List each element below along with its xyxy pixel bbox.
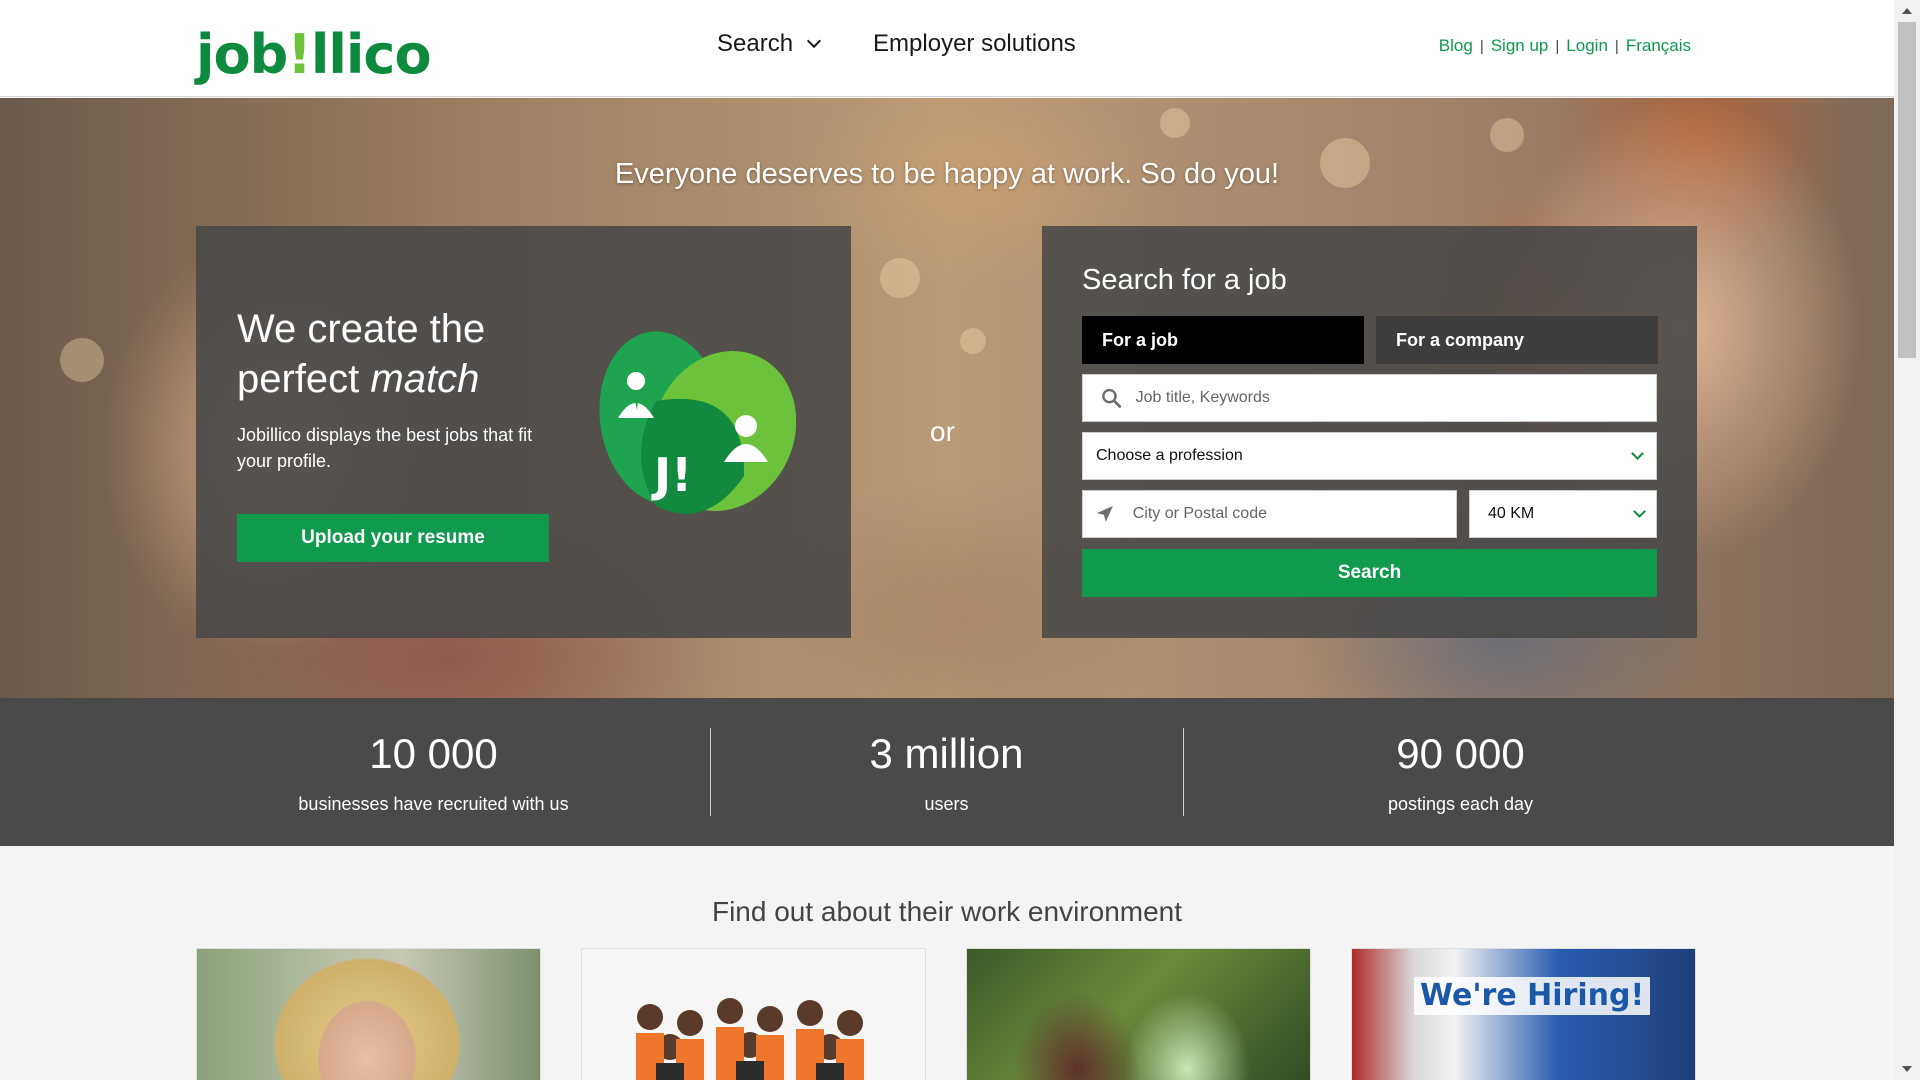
link-separator: | bbox=[1614, 37, 1619, 55]
search-card-title: Search for a job bbox=[1082, 264, 1287, 296]
or-separator: or bbox=[930, 416, 955, 447]
radius-select-value: 40 KM bbox=[1488, 505, 1535, 522]
radius-select[interactable]: 40 KM bbox=[1469, 490, 1657, 538]
employer-card[interactable] bbox=[966, 948, 1311, 1080]
employer-card[interactable] bbox=[196, 948, 541, 1080]
stats-bar: 10 000 businesses have recruited with us… bbox=[0, 698, 1894, 846]
city-input[interactable] bbox=[1132, 491, 1456, 537]
upload-resume-button[interactable]: Upload your resume bbox=[237, 514, 549, 562]
stat-value: 90 000 bbox=[1396, 730, 1525, 777]
hero-tagline: Everyone deserves to be happy at work. S… bbox=[614, 158, 1280, 190]
bokeh-light bbox=[960, 328, 986, 354]
stat-label: postings each day bbox=[1387, 794, 1534, 814]
stat-label: users bbox=[924, 794, 969, 814]
language-link[interactable]: Français bbox=[1626, 36, 1691, 56]
stat-users: 3 million users bbox=[710, 698, 1183, 815]
chevron-down-icon bbox=[1631, 447, 1644, 460]
search-icon bbox=[1102, 388, 1122, 408]
tab-for-a-job[interactable]: For a job bbox=[1082, 316, 1364, 364]
nav-search-label: Search bbox=[717, 30, 794, 57]
stat-businesses: 10 000 businesses have recruited with us bbox=[196, 698, 671, 815]
scrollbar-thumb[interactable] bbox=[1898, 22, 1916, 358]
nav-search-dropdown[interactable]: Search bbox=[717, 30, 822, 58]
login-link[interactable]: Login bbox=[1566, 36, 1608, 56]
link-separator: | bbox=[1479, 37, 1484, 55]
signup-link[interactable]: Sign up bbox=[1491, 36, 1549, 56]
job-search-card: Search for a job For a job For a company… bbox=[1042, 226, 1697, 638]
bokeh-light bbox=[1490, 118, 1524, 152]
scroll-up-arrow-icon[interactable] bbox=[1902, 8, 1912, 14]
chevron-down-icon bbox=[806, 33, 822, 49]
keywords-field[interactable] bbox=[1082, 374, 1657, 422]
logo-wordmark: job!llico bbox=[196, 23, 432, 86]
location-arrow-icon bbox=[1096, 505, 1113, 523]
match-title: We create the perfect match bbox=[237, 307, 486, 401]
match-card: We create the perfect match Jobillico di… bbox=[196, 226, 851, 638]
stat-value: 3 million bbox=[869, 730, 1024, 777]
match-badge-text: J! bbox=[651, 448, 692, 502]
page-scrollbar[interactable] bbox=[1894, 0, 1920, 1080]
bokeh-light bbox=[60, 338, 104, 382]
profession-select-value: Choose a profession bbox=[1096, 447, 1243, 464]
blog-link[interactable]: Blog bbox=[1439, 36, 1473, 56]
nav-employer-solutions[interactable]: Employer solutions bbox=[873, 30, 1076, 58]
hero-banner: Everyone deserves to be happy at work. S… bbox=[0, 98, 1894, 698]
top-links: Blog | Sign up | Login | Français bbox=[1439, 36, 1691, 56]
match-logo-graphic: J! bbox=[599, 331, 796, 514]
search-submit-button[interactable]: Search bbox=[1082, 549, 1657, 597]
match-description: Jobillico displays the best jobs that fi… bbox=[237, 425, 533, 471]
hiring-sign: We're Hiring! bbox=[1414, 977, 1651, 1015]
profession-select[interactable]: Choose a profession bbox=[1082, 432, 1657, 480]
jobillico-logo[interactable]: job!llico bbox=[196, 14, 432, 86]
employer-card[interactable]: We're Hiring! bbox=[1351, 948, 1696, 1080]
keywords-input[interactable] bbox=[1135, 375, 1656, 421]
stat-label: businesses have recruited with us bbox=[298, 794, 569, 814]
city-field[interactable] bbox=[1082, 490, 1457, 538]
team-photo bbox=[636, 998, 864, 1080]
chevron-down-icon bbox=[1633, 505, 1646, 518]
scroll-down-arrow-icon[interactable] bbox=[1902, 1066, 1912, 1072]
main-nav: Search Employer solutions bbox=[717, 30, 1076, 58]
employer-card[interactable] bbox=[581, 948, 926, 1080]
link-separator: | bbox=[1555, 37, 1560, 55]
bokeh-light bbox=[880, 258, 920, 298]
work-environment-title: Find out about their work environment bbox=[711, 896, 1183, 927]
bokeh-light bbox=[1160, 108, 1190, 138]
site-header: job!llico Search Employer solutions Blog… bbox=[0, 0, 1894, 97]
tab-for-a-company[interactable]: For a company bbox=[1376, 316, 1658, 364]
stat-value: 10 000 bbox=[369, 730, 498, 777]
stat-postings: 90 000 postings each day bbox=[1183, 698, 1738, 815]
